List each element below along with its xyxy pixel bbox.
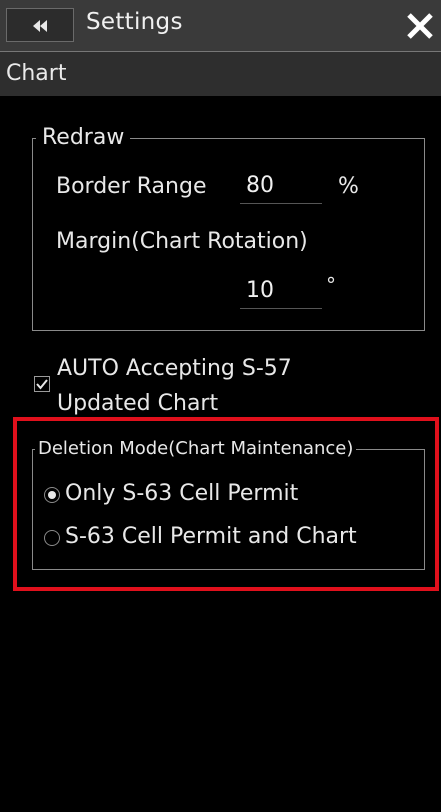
auto-accept-label-line1[interactable]: AUTO Accepting S-57 (57, 356, 292, 381)
redraw-legend: Redraw (36, 125, 131, 150)
auto-accept-label-line2[interactable]: Updated Chart (57, 391, 218, 416)
close-icon (407, 13, 433, 39)
border-range-label: Border Range (56, 174, 207, 199)
close-button[interactable] (402, 8, 438, 44)
section-header: Chart (0, 52, 441, 96)
title-bar: Settings (0, 0, 441, 51)
checkmark-icon (36, 379, 48, 390)
double-chevron-left-icon (33, 20, 47, 32)
margin-value: 10 (246, 278, 274, 303)
back-button[interactable] (6, 8, 74, 42)
border-range-input[interactable]: 80 (240, 170, 322, 204)
border-range-value: 80 (246, 173, 274, 198)
highlight-box (13, 417, 439, 591)
auto-accept-checkbox[interactable] (34, 376, 50, 392)
margin-input[interactable]: 10 (240, 275, 322, 309)
window-title: Settings (86, 9, 183, 35)
margin-unit: ° (326, 273, 336, 297)
border-range-unit: % (338, 174, 359, 199)
margin-label: Margin(Chart Rotation) (56, 229, 308, 254)
section-title: Chart (6, 61, 67, 86)
